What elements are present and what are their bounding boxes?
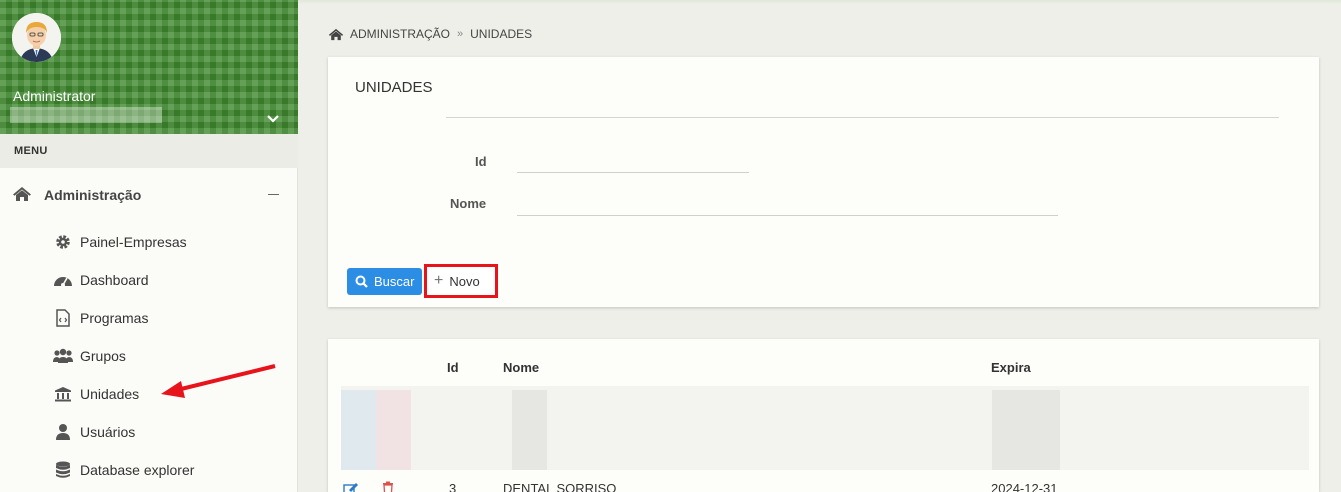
- divider: [446, 117, 1279, 118]
- collapse-icon[interactable]: [268, 194, 279, 195]
- top-border: [298, 0, 1341, 4]
- sidebar-item-dashboard[interactable]: Dashboard: [0, 263, 298, 295]
- avatar[interactable]: [12, 13, 61, 62]
- sidebar-item-label: Dashboard: [80, 272, 149, 288]
- dashboard-icon: [52, 271, 74, 289]
- novo-label: Novo: [449, 273, 480, 289]
- user-icon: [52, 423, 74, 441]
- file-code-icon: [52, 309, 74, 327]
- home-icon: [13, 187, 31, 201]
- sidebar: Administrator MENU Administração Painel-…: [0, 0, 298, 492]
- page-title: UNIDADES: [355, 79, 433, 96]
- breadcrumb: ADMINISTRAÇÃO » UNIDADES: [328, 26, 532, 42]
- buscar-label: Buscar: [374, 274, 415, 289]
- plus-icon: +: [434, 272, 444, 289]
- breadcrumb-item: UNIDADES: [470, 27, 533, 41]
- sidebar-item-label: Programas: [80, 310, 149, 326]
- redacted-block: [341, 390, 376, 470]
- menu-label: MENU: [14, 145, 48, 157]
- user-avatar-icon: [12, 13, 61, 62]
- sidebar-item-label: Database explorer: [80, 462, 195, 478]
- sidebar-item-database-explorer[interactable]: Database explorer: [0, 453, 298, 485]
- sidebar-item-programas[interactable]: Programas: [0, 301, 298, 333]
- sidebar-group-administracao[interactable]: Administração: [0, 178, 298, 210]
- database-icon: [52, 461, 74, 479]
- home-icon[interactable]: [328, 28, 344, 41]
- user-name: Administrator: [13, 88, 96, 104]
- sidebar-user-header: Administrator: [0, 0, 298, 134]
- id-label: Id: [475, 154, 487, 169]
- edit-icon[interactable]: [343, 482, 359, 492]
- id-input[interactable]: [517, 172, 749, 173]
- sidebar-item-usuarios[interactable]: Usuários: [0, 415, 298, 447]
- redacted-block: [512, 390, 547, 470]
- cell-nome: DENTAL SORRISO: [503, 481, 617, 492]
- column-header-id[interactable]: Id: [447, 360, 459, 375]
- gear-icon: [52, 233, 74, 251]
- bank-icon: [52, 385, 74, 403]
- annotation-arrow-icon: [161, 364, 276, 398]
- cell-expira: 2024-12-31: [991, 481, 1058, 492]
- sidebar-item-label: Unidades: [80, 386, 140, 402]
- trash-icon[interactable]: [382, 481, 394, 492]
- redacted-block: [992, 390, 1060, 470]
- table-row-redacted: [341, 386, 1309, 470]
- sidebar-item-label: Usuários: [80, 424, 136, 440]
- column-header-nome[interactable]: Nome: [503, 360, 539, 375]
- user-email-redacted: [10, 107, 162, 123]
- search-icon: [355, 275, 368, 288]
- cell-id: 3: [449, 481, 457, 492]
- sidebar-item-label: Grupos: [80, 348, 126, 364]
- users-icon: [52, 347, 74, 365]
- nome-label: Nome: [450, 196, 487, 211]
- sidebar-group-label: Administração: [44, 187, 142, 203]
- breadcrumb-separator-icon: »: [457, 28, 464, 40]
- sidebar-item-painel-empresas[interactable]: Painel-Empresas: [0, 225, 298, 257]
- sidebar-item-label: Painel-Empresas: [80, 234, 187, 250]
- buscar-button[interactable]: Buscar: [347, 268, 422, 295]
- nome-input[interactable]: [517, 215, 1058, 216]
- redacted-block: [376, 390, 411, 470]
- breadcrumb-item[interactable]: ADMINISTRAÇÃO: [350, 27, 450, 41]
- column-header-expira[interactable]: Expira: [991, 360, 1031, 375]
- novo-button[interactable]: + Novo: [424, 264, 498, 298]
- chevron-down-icon[interactable]: [266, 114, 280, 124]
